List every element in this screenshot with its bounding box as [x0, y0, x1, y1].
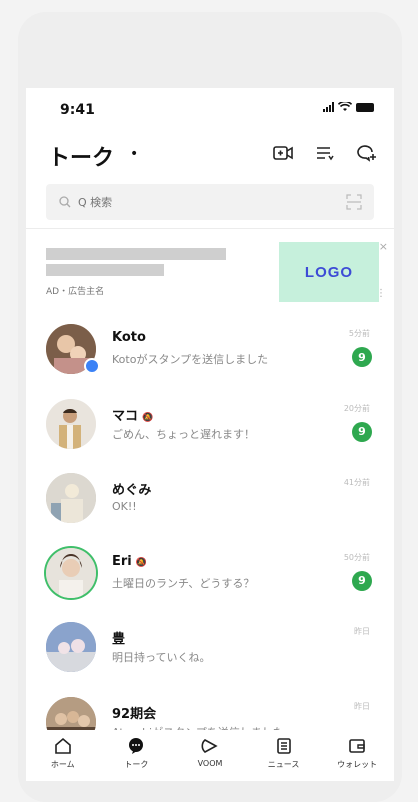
search-icon: [59, 196, 71, 208]
tab-label: トーク: [124, 760, 149, 769]
talk-screen: 9:41 トーク • AD・広告主名 LOGO: [26, 88, 394, 781]
ad-subtitle-placeholder: [46, 264, 164, 276]
home-icon: [53, 736, 73, 756]
tab-wallet[interactable]: ウォレット: [327, 736, 387, 770]
avatar: [46, 622, 96, 672]
chat-name: Eri 🔕: [112, 553, 147, 569]
chat-name: Koto: [112, 330, 146, 345]
qr-scan-icon[interactable]: [346, 194, 362, 210]
wifi-icon: [338, 102, 352, 111]
unread-badge: 9: [352, 347, 372, 367]
ad-logo[interactable]: LOGO: [279, 242, 379, 302]
chat-timestamp: 5分前: [348, 329, 370, 338]
chat-list: Koto Kotoがスタンプを送信しました 5分前 9 マコ 🔕 ごめん、ちょっと…: [26, 316, 394, 763]
tab-label: VOOM: [197, 759, 223, 768]
mute-icon: 🔕: [142, 412, 154, 423]
chat-name: 豊: [112, 632, 126, 647]
chat-row-koto[interactable]: Koto Kotoがスタンプを送信しました 5分前 9: [26, 316, 394, 391]
chat-last-message: 明日持っていくね。: [112, 651, 211, 664]
avatar: [46, 473, 96, 523]
verified-badge-icon: [84, 358, 100, 374]
ad-more-icon[interactable]: ⋮: [376, 288, 386, 299]
chat-last-message: Kotoがスタンプを送信しました: [112, 353, 269, 366]
search-input[interactable]: [76, 194, 340, 210]
tab-label: ホーム: [50, 760, 75, 769]
ad-label: AD・広告主名: [46, 287, 105, 297]
ad-banner[interactable]: AD・広告主名 LOGO × ⋮: [26, 236, 394, 308]
ad-title-placeholder: [46, 248, 226, 260]
wallet-icon: [347, 736, 367, 756]
search-bar[interactable]: [46, 184, 374, 220]
talk-icon: [126, 736, 146, 756]
title-dropdown-icon[interactable]: •: [130, 146, 138, 162]
chat-last-message: OK!!: [112, 500, 137, 513]
voom-icon: [200, 736, 220, 756]
status-time: 9:41: [60, 102, 95, 118]
new-chat-icon[interactable]: [356, 142, 378, 164]
chat-name: マコ 🔕: [112, 408, 154, 424]
chat-name: めぐみ: [112, 483, 152, 498]
tab-news[interactable]: ニュース: [254, 736, 314, 770]
avatar: [46, 398, 96, 449]
chat-timestamp: 昨日: [354, 627, 370, 636]
tab-home[interactable]: ホーム: [33, 736, 93, 770]
chat-last-message: ごめん、ちょっと遅れます！: [112, 427, 255, 441]
signal-icon: [323, 102, 334, 112]
avatar: [46, 547, 96, 598]
video-call-icon[interactable]: [272, 142, 294, 164]
tab-label: ウォレット: [337, 760, 378, 769]
bottom-tab-bar: ホーム トーク VOOM ニュース ウォレット: [26, 730, 394, 781]
page-title: トーク: [48, 146, 115, 171]
tab-voom[interactable]: VOOM: [180, 736, 240, 768]
chat-last-message: 土曜日のランチ、どうする？: [112, 576, 255, 590]
unread-badge: 9: [352, 421, 372, 442]
tab-label: ニュース: [267, 760, 300, 769]
status-bar: 9:41: [26, 88, 394, 128]
mute-icon: 🔕: [135, 557, 147, 568]
ad-close-icon[interactable]: ×: [379, 240, 388, 253]
chat-timestamp: 50分前: [343, 552, 370, 562]
tab-talk[interactable]: トーク: [106, 736, 166, 770]
chat-timestamp: 20分前: [343, 403, 370, 413]
news-icon: [274, 736, 294, 756]
system-icons: [323, 102, 374, 112]
talk-header: トーク •: [26, 136, 394, 176]
chat-row-yutaka[interactable]: 豊 明日持っていくね。 昨日: [26, 614, 394, 689]
chat-timestamp: 昨日: [354, 701, 370, 711]
divider: [26, 228, 394, 229]
unread-badge: 9: [352, 570, 372, 591]
chat-timestamp: 41分前: [343, 478, 370, 487]
chat-row-megumi[interactable]: めぐみ OK!! 41分前: [26, 465, 394, 540]
chat-name: 92期会: [112, 706, 157, 722]
battery-icon: [356, 102, 374, 112]
sort-list-icon[interactable]: [314, 142, 336, 164]
chat-row-mako[interactable]: マコ 🔕 ごめん、ちょっと遅れます！ 20分前 9: [26, 391, 394, 466]
chat-row-eri[interactable]: Eri 🔕 土曜日のランチ、どうする？ 50分前 9: [26, 540, 394, 615]
